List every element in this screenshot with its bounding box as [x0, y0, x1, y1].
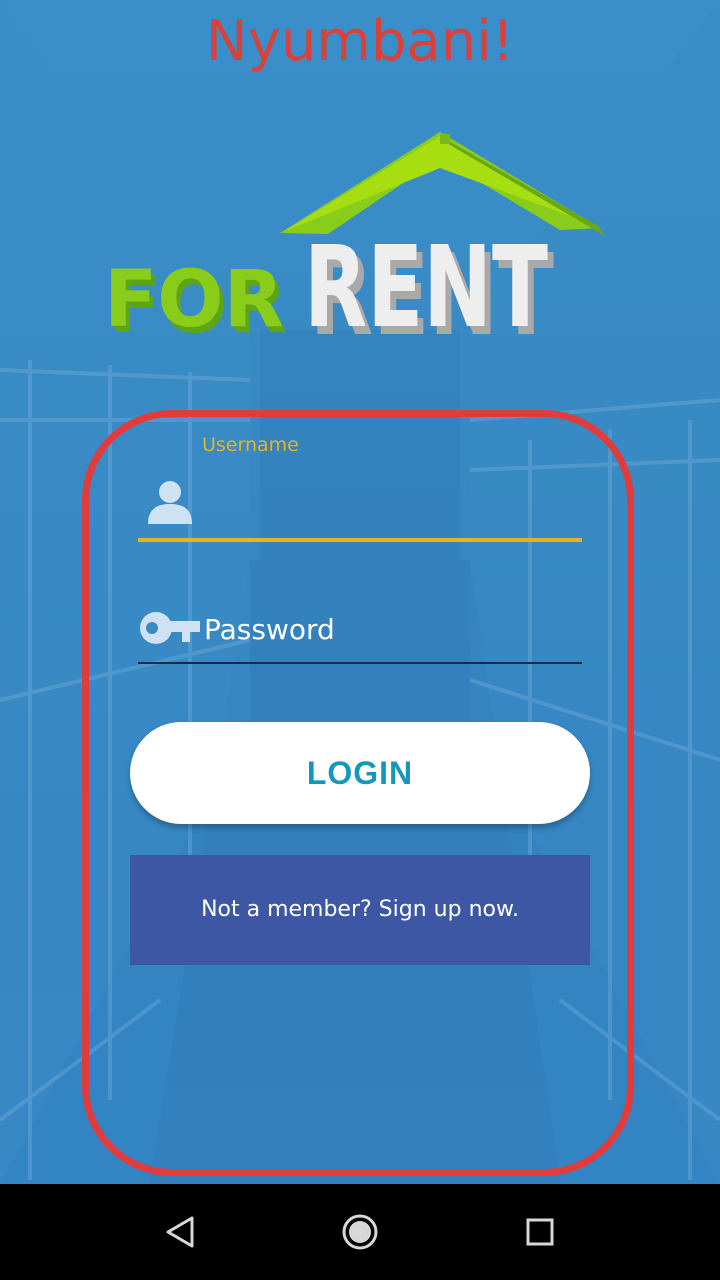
username-label: Username: [202, 434, 299, 456]
home-circle-icon[interactable]: [336, 1208, 384, 1256]
key-icon: [140, 612, 200, 644]
password-input[interactable]: [202, 602, 582, 656]
user-icon: [148, 481, 192, 524]
recents-square-icon[interactable]: [516, 1208, 564, 1256]
back-triangle-icon[interactable]: [156, 1208, 204, 1256]
login-button[interactable]: LOGIN: [130, 722, 590, 824]
for-rent-logo: FOR FOR RENT RENT: [104, 132, 605, 348]
login-screen: Nyumbani! FOR FOR RENT RENT Username LOG…: [0, 0, 720, 1280]
password-underline: [138, 662, 582, 664]
username-underline: [138, 538, 582, 542]
signup-button[interactable]: Not a member? Sign up now.: [130, 855, 590, 965]
username-input[interactable]: [202, 476, 582, 532]
logo-for-text: FOR: [104, 255, 284, 345]
app-title: Nyumbani!: [205, 9, 515, 74]
logo-rent-text: RENT: [304, 223, 548, 348]
